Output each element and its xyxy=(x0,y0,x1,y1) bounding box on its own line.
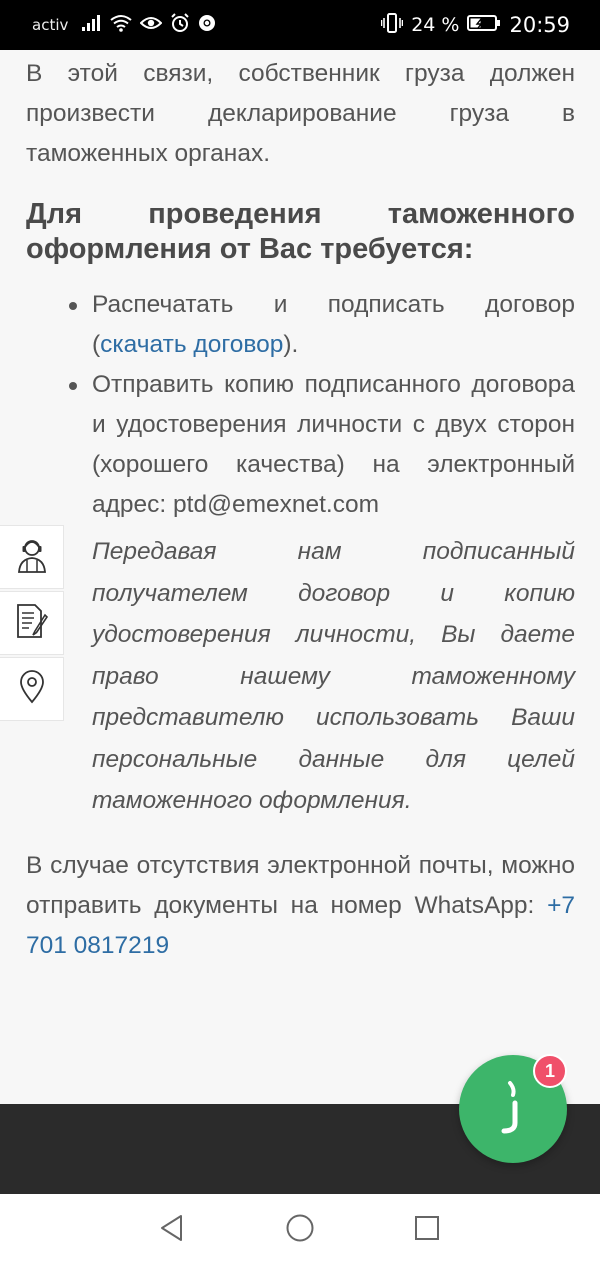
location-icon xyxy=(19,669,45,709)
download-contract-link[interactable]: скачать договор xyxy=(100,331,283,358)
chat-icon xyxy=(498,1079,528,1140)
paragraph-whatsapp: В случае отсутствия электронной почты, м… xyxy=(26,846,575,966)
battery-icon xyxy=(467,14,501,36)
carrier-label: activ xyxy=(32,16,69,34)
list-item-text-end: ). xyxy=(283,331,299,358)
alarm-icon xyxy=(170,13,190,37)
list-item: Распечатать и подписать договор (скачать… xyxy=(69,285,575,365)
home-icon xyxy=(285,1213,315,1248)
operator-icon xyxy=(16,537,48,578)
status-bar: activ 24 % 20:59 xyxy=(0,0,600,50)
back-button[interactable] xyxy=(156,1214,188,1246)
list-item: Отправить копию подписанного договора и … xyxy=(69,365,575,525)
document-button[interactable] xyxy=(0,591,64,655)
battery-percent: 24 % xyxy=(411,14,460,36)
back-icon xyxy=(159,1214,185,1247)
eye-icon xyxy=(139,15,163,35)
clock: 20:59 xyxy=(509,13,570,37)
article-content: В этой связи, собственник груза должен п… xyxy=(26,52,575,966)
section-heading: Для проведения таможенного оформления от… xyxy=(26,198,575,265)
wifi-icon xyxy=(110,14,132,36)
signal-icon xyxy=(82,15,102,35)
recents-button[interactable] xyxy=(411,1214,443,1246)
chrome-icon xyxy=(198,14,216,36)
privacy-note: Передавая нам подписанный получателем до… xyxy=(92,538,575,814)
bullet-icon xyxy=(69,302,77,310)
document-icon xyxy=(15,603,49,644)
requirements-list: Распечатать и подписать договор (скачать… xyxy=(26,285,575,525)
recents-icon xyxy=(414,1215,440,1246)
list-item-text: Отправить копию подписанного договора и … xyxy=(92,371,575,518)
chat-notification-badge: 1 xyxy=(533,1054,567,1088)
paragraph-intro: В этой связи, собственник груза должен п… xyxy=(26,60,575,167)
whatsapp-text: В случае отсутствия электронной почты, м… xyxy=(26,851,575,919)
home-button[interactable] xyxy=(284,1214,316,1246)
navigation-bar xyxy=(0,1194,600,1266)
vibrate-icon xyxy=(380,13,404,37)
location-button[interactable] xyxy=(0,657,64,721)
bullet-icon xyxy=(69,382,77,390)
operator-button[interactable] xyxy=(0,525,64,589)
side-menu xyxy=(0,525,66,723)
